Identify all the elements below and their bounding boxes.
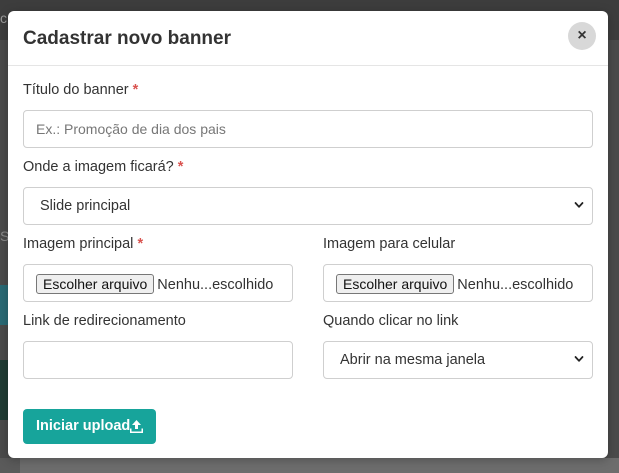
- banner-modal: Cadastrar novo banner × Título do banner…: [8, 11, 608, 458]
- chevron-down-icon: [574, 356, 584, 362]
- location-select[interactable]: Slide principal: [23, 187, 593, 225]
- backdrop-footer-inner: [20, 458, 619, 473]
- start-upload-button[interactable]: Iniciar upload: [23, 409, 156, 444]
- mobile-image-label: Imagem para celular: [323, 236, 456, 252]
- required-mark: *: [132, 82, 139, 98]
- close-button[interactable]: ×: [568, 22, 596, 50]
- mobile-image-choose-button[interactable]: Escolher arquivo: [336, 274, 455, 294]
- modal-title: Cadastrar novo banner: [23, 28, 231, 49]
- upload-icon: [130, 420, 143, 433]
- close-icon: ×: [577, 27, 587, 44]
- link-label: Link de redirecionamento: [23, 313, 186, 329]
- click-behavior-label: Quando clicar no link: [323, 313, 459, 329]
- main-image-choose-button[interactable]: Escolher arquivo: [36, 274, 155, 294]
- required-mark: *: [177, 159, 184, 175]
- main-image-label-text: Imagem principal: [23, 236, 134, 252]
- location-selected-value: Slide principal: [40, 198, 131, 214]
- backdrop-text: c: [0, 10, 7, 26]
- main-image-file-status: Nenhu...escolhido: [157, 277, 274, 293]
- banner-title-input[interactable]: [23, 110, 593, 148]
- required-mark: *: [137, 236, 144, 252]
- start-upload-label: Iniciar upload: [36, 418, 131, 434]
- location-label: Onde a imagem ficará? *: [23, 159, 183, 175]
- click-behavior-selected-value: Abrir na mesma janela: [340, 352, 486, 368]
- chevron-down-icon: [574, 202, 584, 208]
- title-label: Título do banner *: [23, 82, 138, 98]
- title-label-text: Título do banner: [23, 82, 129, 98]
- modal-header: Cadastrar novo banner ×: [8, 11, 608, 66]
- backdrop-block: [0, 360, 8, 420]
- location-label-text: Onde a imagem ficará?: [23, 159, 174, 175]
- mobile-image-file-status: Nenhu...escolhido: [457, 277, 574, 293]
- main-image-file-input[interactable]: Escolher arquivo Nenhu...escolhido: [23, 264, 293, 302]
- mobile-image-file-input[interactable]: Escolher arquivo Nenhu...escolhido: [323, 264, 593, 302]
- click-behavior-select[interactable]: Abrir na mesma janela: [323, 341, 593, 379]
- backdrop-block: [0, 285, 8, 325]
- main-image-label: Imagem principal *: [23, 236, 143, 252]
- link-input[interactable]: [23, 341, 293, 379]
